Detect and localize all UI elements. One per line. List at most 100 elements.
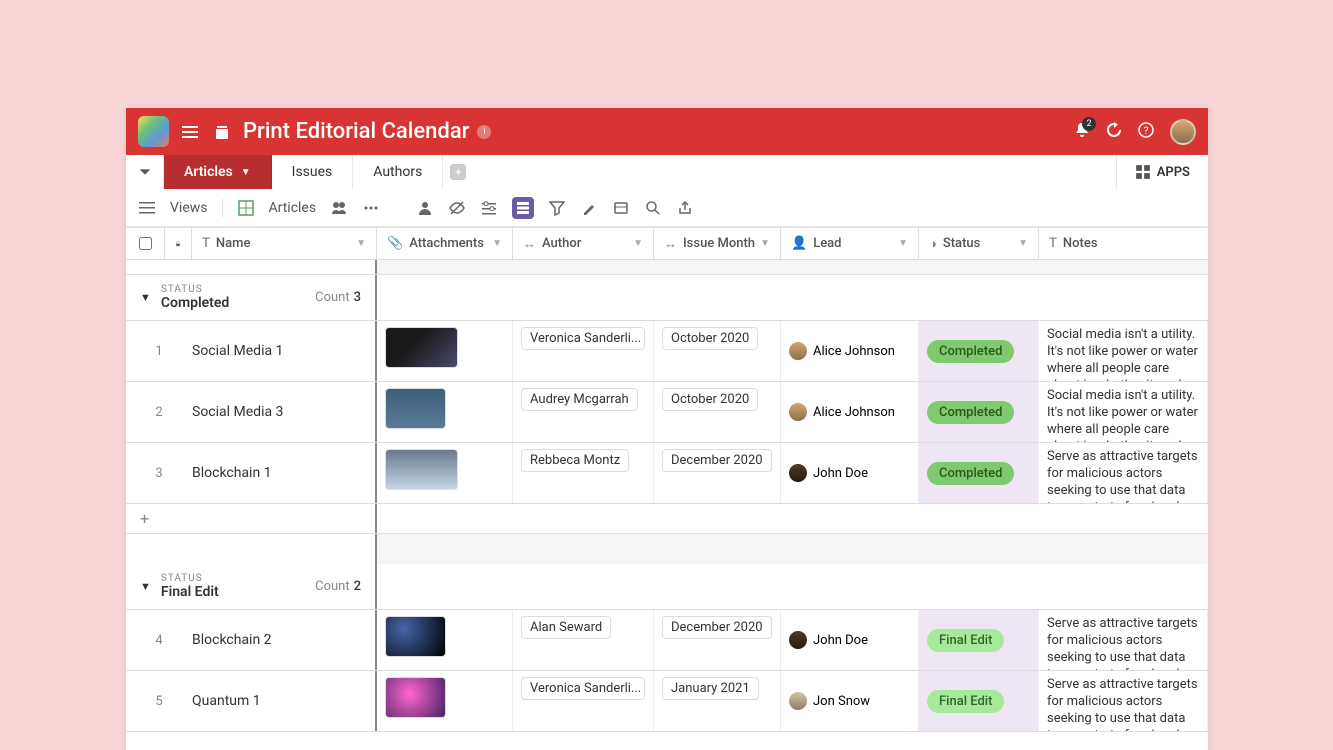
- group-name: Final Edit: [161, 584, 219, 600]
- row-height-icon[interactable]: [512, 197, 534, 219]
- tab-authors[interactable]: Authors: [353, 155, 443, 189]
- table-row[interactable]: 2 Social Media 3 Audrey Mcgarrah October…: [126, 382, 1208, 443]
- column-author[interactable]: ↔Author▼: [513, 228, 654, 259]
- card-icon[interactable]: [612, 199, 630, 217]
- tab-articles-label: Articles: [184, 164, 233, 180]
- cell-author[interactable]: Veronica Sanderli...: [513, 671, 654, 731]
- apps-button[interactable]: APPS: [1116, 155, 1208, 189]
- column-attachments[interactable]: 📎Attachments▼: [377, 228, 513, 259]
- cell-lead[interactable]: Jon Snow: [781, 671, 919, 731]
- cell-issue-month[interactable]: October 2020: [654, 382, 781, 442]
- people-icon[interactable]: [416, 199, 434, 217]
- cell-attachments[interactable]: [377, 443, 513, 503]
- column-name[interactable]: TName▼: [192, 228, 377, 259]
- cell-author[interactable]: Rebbeca Montz: [513, 443, 654, 503]
- filter-icon[interactable]: [548, 199, 566, 217]
- cell-name[interactable]: Social Media 1: [192, 343, 283, 359]
- app-logo[interactable]: [138, 116, 169, 147]
- cell-notes[interactable]: Social media isn't a utility. It's not l…: [1039, 382, 1208, 442]
- cell-lead[interactable]: John Doe: [781, 443, 919, 503]
- lead-avatar: [789, 342, 807, 360]
- settings-icon[interactable]: [480, 199, 498, 217]
- attachment-thumb[interactable]: [385, 327, 458, 368]
- cell-status[interactable]: Final Edit: [919, 671, 1039, 731]
- table-row[interactable]: 1 Social Media 1 Veronica Sanderli... Oc…: [126, 321, 1208, 382]
- attachment-thumb[interactable]: [385, 449, 458, 490]
- cell-author[interactable]: Audrey Mcgarrah: [513, 382, 654, 442]
- hide-icon[interactable]: [448, 199, 466, 217]
- cell-attachments[interactable]: [377, 382, 513, 442]
- cell-status[interactable]: Completed: [919, 321, 1039, 381]
- color-icon[interactable]: [580, 199, 598, 217]
- search-icon[interactable]: [644, 199, 662, 217]
- user-avatar[interactable]: [1170, 119, 1196, 145]
- lead-avatar: [789, 464, 807, 482]
- tab-articles[interactable]: Articles ▼: [164, 155, 272, 189]
- cell-notes[interactable]: Serve as attractive targets for maliciou…: [1039, 610, 1208, 670]
- lead-avatar: [789, 692, 807, 710]
- help-icon[interactable]: ?: [1138, 122, 1154, 142]
- cell-issue-month[interactable]: October 2020: [654, 321, 781, 381]
- group-status-label: STATUS: [161, 573, 219, 584]
- cell-name[interactable]: Quantum 1: [192, 693, 261, 709]
- share-icon[interactable]: [676, 199, 694, 217]
- lead-avatar: [789, 403, 807, 421]
- cell-attachments[interactable]: [377, 671, 513, 731]
- table-row[interactable]: 5 Quantum 1 Veronica Sanderli... January…: [126, 671, 1208, 732]
- app-header: Print Editorial Calendar i 2 ?: [126, 108, 1208, 155]
- info-icon[interactable]: i: [477, 125, 491, 139]
- cell-author[interactable]: Alan Seward: [513, 610, 654, 670]
- group-header[interactable]: ▼ STATUS Final Edit Count2: [126, 564, 1208, 610]
- history-icon[interactable]: [1106, 122, 1122, 142]
- attachment-thumb[interactable]: [385, 616, 446, 657]
- cell-author[interactable]: Veronica Sanderli...: [513, 321, 654, 381]
- cell-name[interactable]: Blockchain 2: [192, 632, 272, 648]
- group-header[interactable]: ▼ STATUS Completed Count3: [126, 275, 1208, 321]
- views-menu-icon[interactable]: [138, 199, 156, 217]
- cell-attachments[interactable]: [377, 321, 513, 381]
- hamburger-icon[interactable]: [179, 121, 201, 143]
- cell-lead[interactable]: John Doe: [781, 610, 919, 670]
- cell-issue-month[interactable]: December 2020: [654, 610, 781, 670]
- tab-issues[interactable]: Issues: [272, 155, 354, 189]
- expand-tabs-button[interactable]: [126, 155, 164, 189]
- attachment-thumb[interactable]: [385, 677, 446, 718]
- page-title: Print Editorial Calendar: [243, 119, 469, 144]
- column-notes[interactable]: TNotes: [1039, 228, 1208, 259]
- column-issue-month[interactable]: ↔Issue Month▼: [654, 228, 781, 259]
- cell-status[interactable]: Completed: [919, 443, 1039, 503]
- cell-notes[interactable]: Serve as attractive targets for maliciou…: [1039, 671, 1208, 731]
- add-tab-button[interactable]: +: [443, 155, 473, 189]
- collapse-icon[interactable]: ▼: [140, 580, 151, 593]
- cell-status[interactable]: Final Edit: [919, 610, 1039, 670]
- column-lead[interactable]: 👤Lead▼: [781, 228, 919, 259]
- tabs-bar: Articles ▼ Issues Authors + APPS: [126, 155, 1208, 189]
- cell-lead[interactable]: Alice Johnson: [781, 321, 919, 381]
- cell-name[interactable]: Blockchain 1: [192, 465, 272, 481]
- cell-notes[interactable]: Serve as attractive targets for maliciou…: [1039, 443, 1208, 503]
- cell-name[interactable]: Social Media 3: [192, 404, 283, 420]
- views-label[interactable]: Views: [170, 200, 208, 216]
- collapse-icon[interactable]: ▼: [140, 291, 151, 304]
- table-row[interactable]: 4 Blockchain 2 Alan Seward December 2020…: [126, 610, 1208, 671]
- page-icon[interactable]: [211, 121, 233, 143]
- notifications-button[interactable]: 2: [1074, 122, 1090, 142]
- table-header: TName▼ 📎Attachments▼ ↔Author▼ ↔Issue Mon…: [126, 227, 1208, 260]
- cell-notes[interactable]: Social media isn't a utility. It's not l…: [1039, 321, 1208, 381]
- column-status[interactable]: ◑Status▼: [919, 228, 1039, 259]
- cell-lead[interactable]: Alice Johnson: [781, 382, 919, 442]
- select-all-checkbox[interactable]: [126, 228, 165, 259]
- table-row[interactable]: 3 Blockchain 1 Rebbeca Montz December 20…: [126, 443, 1208, 504]
- add-row-button[interactable]: +: [126, 504, 1208, 534]
- users-icon[interactable]: [330, 199, 348, 217]
- cell-status[interactable]: Completed: [919, 382, 1039, 442]
- attachment-thumb[interactable]: [385, 388, 446, 429]
- sheet-name[interactable]: Articles: [269, 200, 317, 216]
- more-icon[interactable]: [362, 199, 380, 217]
- grid-icon[interactable]: [237, 199, 255, 217]
- cell-attachments[interactable]: [377, 610, 513, 670]
- cell-issue-month[interactable]: December 2020: [654, 443, 781, 503]
- cell-issue-month[interactable]: January 2021: [654, 671, 781, 731]
- apps-label: APPS: [1157, 165, 1190, 180]
- row-number: 1: [126, 344, 192, 359]
